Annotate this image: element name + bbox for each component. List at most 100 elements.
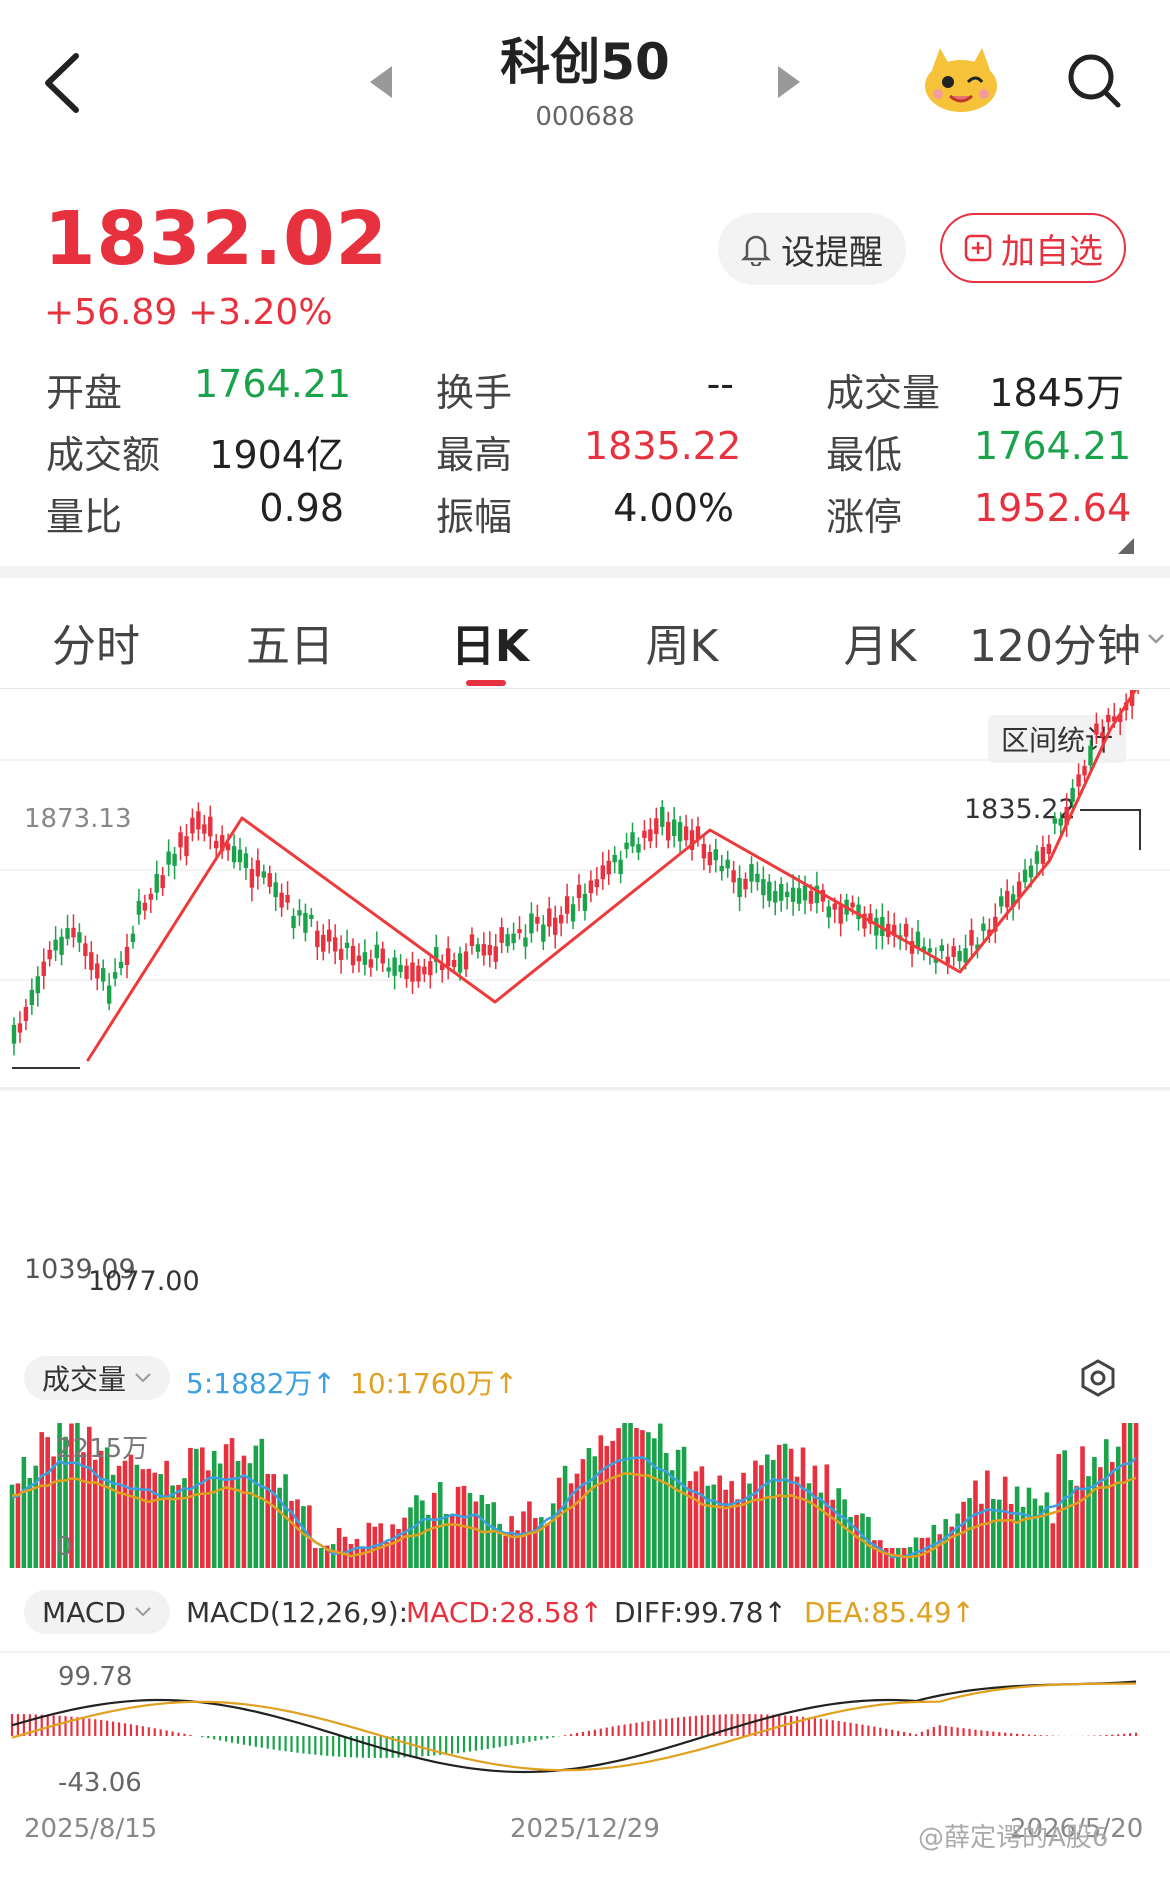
candle-body — [106, 985, 112, 1004]
tab-3[interactable]: 周K — [592, 610, 772, 674]
candle-body — [118, 961, 124, 969]
candle-body — [790, 887, 796, 902]
volume-bar — [271, 1474, 276, 1568]
candle-body — [648, 829, 653, 842]
prev-arrow-icon[interactable] — [370, 66, 392, 98]
candle-body — [332, 937, 338, 952]
stat-value: 1764.21 — [194, 362, 352, 406]
stat-label: 量比 — [46, 495, 123, 539]
candle-body — [969, 929, 974, 946]
add-watchlist-label: 加自选 — [1001, 231, 1103, 272]
volume-bar — [1026, 1487, 1032, 1568]
candle-body — [356, 955, 362, 962]
candle-body — [428, 961, 433, 976]
candle-body — [184, 836, 189, 857]
volume-bar — [770, 1459, 776, 1568]
set-alert-button[interactable]: 设提醒 — [718, 213, 906, 285]
macd-indicator-select[interactable]: MACD — [24, 1590, 170, 1634]
volume-bar — [283, 1474, 288, 1568]
active-tab-indicator — [466, 680, 506, 686]
volume-bar — [1020, 1506, 1026, 1568]
chevron-down-icon[interactable] — [1146, 632, 1166, 646]
volume-bar — [622, 1423, 627, 1568]
volume-bar — [200, 1447, 205, 1568]
candle-body — [1082, 765, 1087, 776]
candle-body — [267, 873, 272, 887]
volume-bar — [188, 1447, 193, 1568]
candle-body — [963, 948, 968, 963]
candle-body — [148, 893, 153, 900]
candle-body — [47, 949, 52, 960]
price-change: +56.89 — [44, 292, 178, 333]
mascot-icon[interactable] — [920, 44, 1002, 114]
volume-bar — [134, 1464, 140, 1568]
volume-bar — [140, 1469, 146, 1568]
settings-icon[interactable] — [1078, 1358, 1118, 1398]
volume-bar — [485, 1503, 491, 1568]
candle-body — [743, 878, 748, 890]
candle-body — [243, 853, 249, 868]
volume-bar — [735, 1499, 740, 1568]
volume-bar — [318, 1548, 324, 1568]
volume-bar — [1002, 1476, 1008, 1568]
volume-bar — [467, 1493, 473, 1568]
stat-label: 涨停 — [826, 495, 903, 539]
candle-body — [1076, 774, 1081, 787]
add-watchlist-button[interactable]: 加自选 — [940, 213, 1126, 283]
volume-bar — [985, 1470, 990, 1568]
volume-bar — [336, 1527, 342, 1568]
candle-body — [594, 879, 600, 888]
candle-body — [832, 903, 837, 910]
macd-chart[interactable] — [0, 1650, 1170, 1810]
candle-body — [309, 914, 314, 919]
candle-body — [261, 871, 266, 878]
volume-bar — [806, 1483, 812, 1568]
volume-bar — [610, 1440, 615, 1568]
volume-bar — [1092, 1457, 1097, 1568]
candle-body — [618, 859, 623, 875]
candle-body — [624, 842, 629, 850]
back-button[interactable] — [38, 48, 88, 118]
candle-body — [160, 875, 165, 889]
volume-bar — [146, 1468, 152, 1568]
candle-body — [53, 939, 58, 951]
next-arrow-icon[interactable] — [778, 66, 800, 98]
volume-bar — [366, 1522, 372, 1568]
volume-chart[interactable] — [0, 1414, 1170, 1570]
candle-body — [386, 967, 391, 972]
tab-0[interactable]: 分时 — [6, 610, 186, 674]
tab-1[interactable]: 五日 — [200, 610, 380, 674]
volume-bar — [533, 1518, 538, 1568]
tab-5[interactable]: 120分钟 — [965, 610, 1145, 674]
volume-bar — [1086, 1476, 1091, 1568]
kline-chart[interactable] — [0, 690, 1170, 1340]
volume-bar — [509, 1516, 514, 1568]
volume-bar — [455, 1486, 461, 1568]
date-label-mid: 2025/12/29 — [510, 1814, 660, 1844]
candle-body — [65, 928, 70, 939]
volume-indicator-select[interactable]: 成交量 — [24, 1356, 170, 1400]
volume-bar — [812, 1465, 818, 1568]
expand-corner-icon[interactable] — [1118, 538, 1134, 554]
tab-2[interactable]: 日K — [400, 610, 580, 674]
volume-bar — [241, 1455, 247, 1568]
candle-body — [796, 888, 802, 904]
candle-body — [315, 930, 320, 948]
volume-y-label: 2215万 — [56, 1434, 149, 1464]
volume-bar — [223, 1444, 229, 1568]
candle-body — [1040, 846, 1046, 864]
candle-body — [1022, 869, 1028, 883]
candle-body — [915, 931, 921, 948]
volume-bar — [45, 1437, 50, 1568]
candle-body — [255, 860, 261, 877]
volume-bar — [170, 1485, 175, 1568]
candle-body — [416, 965, 421, 982]
candle-body — [707, 852, 713, 866]
volume-bar — [330, 1544, 336, 1568]
volume-bar — [729, 1481, 734, 1568]
price-change-percent: +3.20% — [188, 292, 333, 333]
search-icon[interactable] — [1064, 50, 1124, 110]
tab-4[interactable]: 月K — [790, 610, 970, 674]
volume-bar — [164, 1460, 169, 1568]
candle-body — [576, 884, 582, 899]
